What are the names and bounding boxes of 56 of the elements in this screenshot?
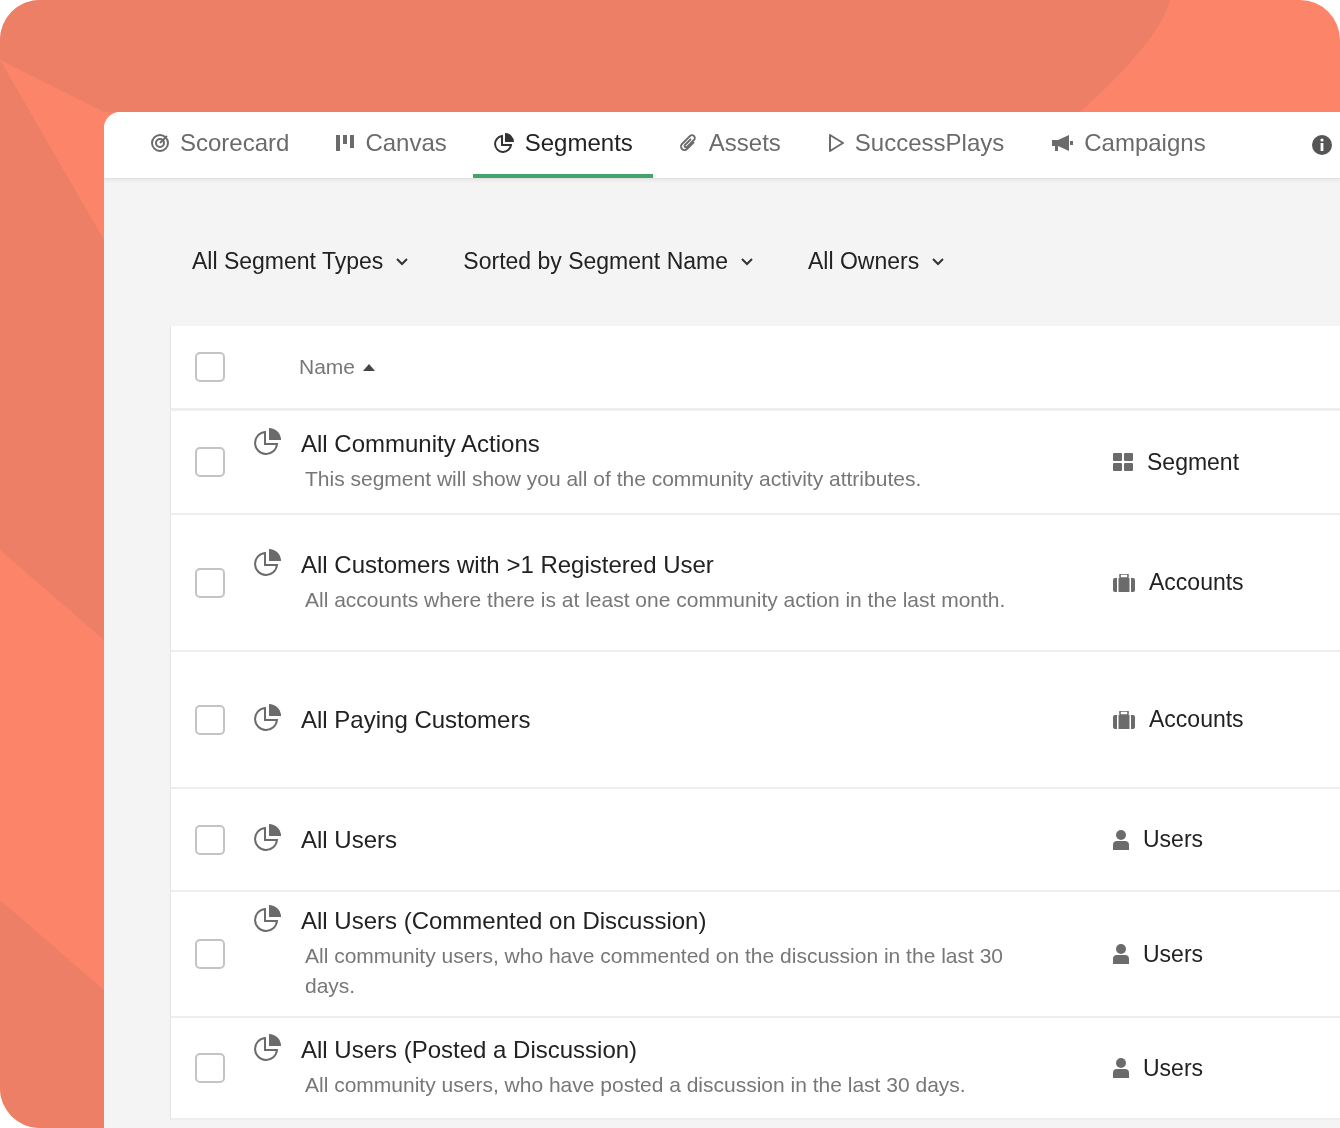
pie-chart-icon — [253, 546, 283, 577]
name-column-header[interactable]: Name — [299, 355, 376, 379]
segment-type: Users — [1143, 940, 1204, 968]
segment-description: All community users, who have posted a discussion in the last 30 days. — [304, 1072, 967, 1098]
paperclip-icon — [678, 133, 699, 153]
tab[interactable]: Canvas — [315, 112, 467, 178]
segment-type: Users — [1143, 826, 1204, 853]
checkbox[interactable] — [195, 352, 225, 382]
chevron-down-icon — [395, 256, 410, 266]
user-icon — [1113, 944, 1129, 964]
pie-chart-icon — [253, 821, 283, 852]
checkbox[interactable] — [195, 824, 225, 855]
segment-description: All community users, who have commented on the discussion in the last 30 days. — [304, 943, 1004, 999]
segment-name[interactable]: All Community Actions — [301, 430, 1030, 458]
segment-name[interactable]: All Customers with >1 Registered User — [301, 550, 1030, 579]
segment-type: Accounts — [1149, 569, 1244, 596]
segment-description: All accounts where there is at least one community action in the last month. — [304, 586, 1007, 613]
play-icon — [826, 133, 845, 153]
chevron-down-icon — [931, 256, 946, 266]
chevron-down-icon — [740, 256, 754, 266]
info-icon — [1312, 135, 1332, 155]
segment-type: Segment — [1147, 448, 1240, 476]
tab[interactable]: Assets — [658, 112, 801, 178]
filter-dropdown[interactable]: All Owners — [808, 243, 946, 279]
sort-ascending-icon — [363, 363, 376, 371]
segment-name[interactable]: All Users (Commented on Discussion) — [301, 907, 1030, 935]
tab[interactable]: Scorecard — [130, 112, 310, 178]
pie-chart-icon — [253, 903, 283, 933]
tab[interactable]: SuccessPlays — [806, 112, 1025, 178]
grid-icon — [1113, 453, 1133, 471]
tab[interactable]: Segments — [472, 112, 653, 178]
checkbox[interactable] — [195, 939, 225, 969]
checkbox[interactable] — [195, 1053, 225, 1083]
segment-name[interactable]: All Users — [301, 825, 397, 854]
user-icon — [1113, 829, 1129, 850]
checkbox[interactable] — [195, 567, 225, 598]
filter-dropdown[interactable]: All Segment Types — [192, 243, 410, 279]
pie-chart-icon — [492, 132, 515, 154]
user-icon — [1113, 1058, 1129, 1078]
target-icon — [150, 133, 170, 153]
checkbox[interactable] — [195, 447, 225, 477]
filter-dropdown[interactable]: Sorted by Segment Name — [463, 243, 754, 279]
pie-chart-icon — [253, 426, 283, 456]
segment-type: Accounts — [1149, 706, 1244, 733]
segment-name[interactable]: All Users (Posted a Discussion) — [301, 1036, 1030, 1064]
checkbox[interactable] — [195, 704, 225, 735]
briefcase-icon — [1113, 573, 1135, 592]
segment-type: Users — [1143, 1054, 1204, 1082]
briefcase-icon — [1113, 710, 1135, 729]
pie-chart-icon — [253, 1032, 283, 1062]
megaphone-icon — [1050, 133, 1075, 153]
segment-description: This segment will show you all of the community activity attributes. — [304, 466, 923, 492]
columns-icon — [335, 134, 356, 152]
tab[interactable]: Campaigns — [1030, 112, 1226, 178]
segment-name[interactable]: All Paying Customers — [301, 705, 531, 734]
pie-chart-icon — [253, 701, 283, 732]
